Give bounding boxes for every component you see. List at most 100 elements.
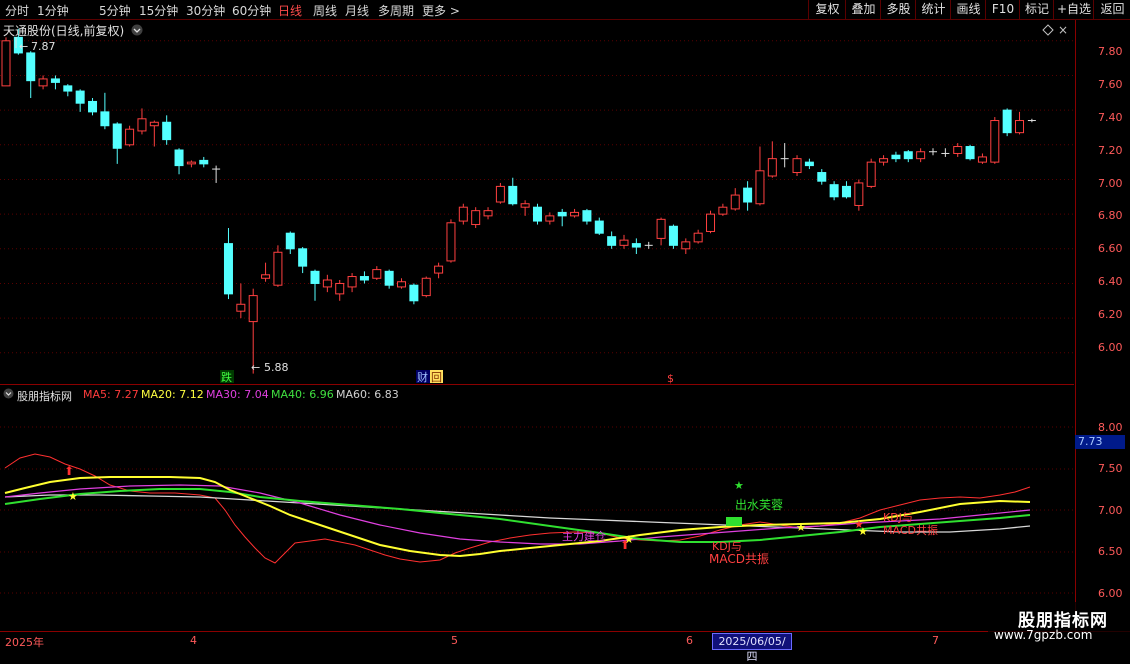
period-60min[interactable]: 60分钟: [232, 2, 271, 19]
indicator-chart[interactable]: ⬆ ★ ★ 出水芙蓉 ⬆ ★ ★ ★ ★ KDJ与 MACD共振 主力建仓 KD…: [0, 385, 1074, 631]
svg-text:←: ←: [19, 40, 28, 53]
price-axis: 7.80 7.60 7.40 7.20 7.00 6.80 6.60 6.40 …: [1075, 20, 1130, 631]
candle: [817, 169, 827, 185]
candle: [1002, 108, 1012, 137]
indicator-tick: 6.50: [1098, 545, 1123, 558]
panel-controls[interactable]: ×: [1042, 23, 1068, 37]
candle: [137, 108, 147, 135]
svg-text:←: ←: [251, 361, 260, 374]
price-tick: 7.00: [1098, 177, 1123, 190]
period-weekly[interactable]: 周线: [313, 2, 337, 19]
date-label-month: 6: [686, 634, 693, 647]
signal-label-macd: MACD共振: [709, 552, 769, 566]
candle: [310, 269, 320, 301]
multi-stock-button[interactable]: 多股: [880, 0, 916, 19]
candle: [149, 120, 159, 147]
mark-button[interactable]: 标记: [1019, 0, 1054, 19]
candle: [322, 274, 332, 293]
candle: [681, 238, 691, 254]
candle: [854, 179, 864, 211]
legend-ma5: MA5: 7.27: [83, 388, 139, 401]
date-axis: 2025年 4 5 6 7 2025/06/05/四: [0, 631, 1130, 663]
candle: [755, 146, 765, 206]
signal-label-kdj-2: KDJ与: [883, 511, 913, 524]
high-price-label: 7.87: [31, 40, 56, 53]
chevron-down-icon[interactable]: [3, 388, 14, 402]
chevron-down-icon[interactable]: [131, 24, 143, 36]
star-icon: ★: [734, 479, 744, 492]
badge-buyback: 回: [431, 371, 442, 384]
cursor-date-badge: 2025/06/05/四: [712, 633, 792, 663]
price-tick: 7.80: [1098, 45, 1123, 58]
f10-button[interactable]: F10: [985, 0, 1020, 19]
period-monthly[interactable]: 月线: [345, 2, 369, 19]
indicator-name: 股朋指标网: [17, 390, 72, 403]
price-tick: 6.20: [1098, 308, 1123, 321]
candle: [495, 182, 505, 204]
period-multi[interactable]: 多周期: [378, 2, 414, 19]
candle: [866, 158, 876, 189]
candle: [397, 278, 407, 289]
date-label-month: 5: [451, 634, 458, 647]
back-button[interactable]: 返回: [1093, 0, 1130, 19]
candle: [607, 231, 617, 249]
period-daily[interactable]: 日线: [278, 2, 302, 19]
candle: [582, 208, 592, 225]
signal-label-zhuli: 主力建仓: [562, 529, 606, 543]
candle: [767, 141, 777, 178]
candle: [929, 148, 937, 156]
period-5min[interactable]: 5分钟: [99, 2, 131, 19]
period-15min[interactable]: 15分钟: [139, 2, 178, 19]
star-icon: ★: [68, 490, 78, 503]
signal-label-macd-2: MACD共振: [883, 523, 938, 537]
legend-ma20: MA20: 7.12: [141, 388, 204, 401]
period-more[interactable]: 更多 >: [422, 2, 460, 19]
low-price-label: 5.88: [264, 361, 289, 374]
period-intraday[interactable]: 分时: [5, 2, 29, 19]
stats-button[interactable]: 统计: [915, 0, 951, 19]
candle: [804, 158, 814, 170]
watermark: 股朋指标网 www.7gpzb.com: [988, 602, 1130, 650]
candle: [1015, 111, 1025, 135]
candle: [112, 122, 122, 164]
candle: [285, 231, 295, 254]
candle: [903, 150, 913, 163]
candle: [384, 269, 394, 289]
candle: [644, 241, 653, 249]
indicator-title[interactable]: 股朋指标网: [3, 388, 72, 404]
candle: [508, 177, 518, 206]
stock-chart-app: 分时 1分钟 5分钟 15分钟 30分钟 60分钟 日线 周线 月线 多周期 更…: [0, 0, 1130, 663]
star-icon: ★: [854, 518, 864, 531]
indicator-panel[interactable]: ⬆ ★ ★ 出水芙蓉 ⬆ ★ ★ ★ ★ KDJ与 MACD共振 主力建仓 KD…: [0, 385, 1074, 631]
candle: [223, 228, 233, 300]
signal-block: [726, 517, 742, 526]
badge-finance: 财: [417, 370, 428, 384]
candle: [409, 283, 419, 305]
signal-label-chushui: 出水芙蓉: [735, 498, 783, 512]
stock-title[interactable]: 天通股份(日线,前复权): [3, 22, 143, 39]
add-watchlist-button[interactable]: +自选: [1053, 0, 1094, 19]
adjust-button[interactable]: 复权: [808, 0, 846, 19]
price-tick: 7.60: [1098, 78, 1123, 91]
candle: [335, 280, 345, 301]
candle: [421, 276, 431, 298]
draw-line-button[interactable]: 画线: [950, 0, 986, 19]
candlestick-chart[interactable]: ← 7.87 ← 5.88 跌 财 回 $ ×: [0, 20, 1074, 385]
candle: [347, 273, 357, 293]
close-icon: ×: [1058, 23, 1068, 37]
candle: [965, 144, 975, 161]
badge-drop: 跌: [221, 370, 232, 384]
indicator-tick: 7.00: [1098, 504, 1123, 517]
period-1min[interactable]: 1分钟: [37, 2, 69, 19]
candle: [199, 156, 209, 168]
period-30min[interactable]: 30分钟: [186, 2, 225, 19]
indicator-tick: 7.50: [1098, 462, 1123, 475]
indicator-current-value: 7.73: [1075, 435, 1125, 449]
candle: [446, 219, 456, 263]
candlestick-panel[interactable]: ← 7.87 ← 5.88 跌 财 回 $ × 天通股份(日线,前复权): [0, 20, 1074, 385]
candle: [50, 75, 60, 90]
candle: [483, 207, 493, 220]
indicator-tick: 8.00: [1098, 421, 1123, 434]
overlay-button[interactable]: 叠加: [845, 0, 881, 19]
candle: [668, 224, 678, 249]
